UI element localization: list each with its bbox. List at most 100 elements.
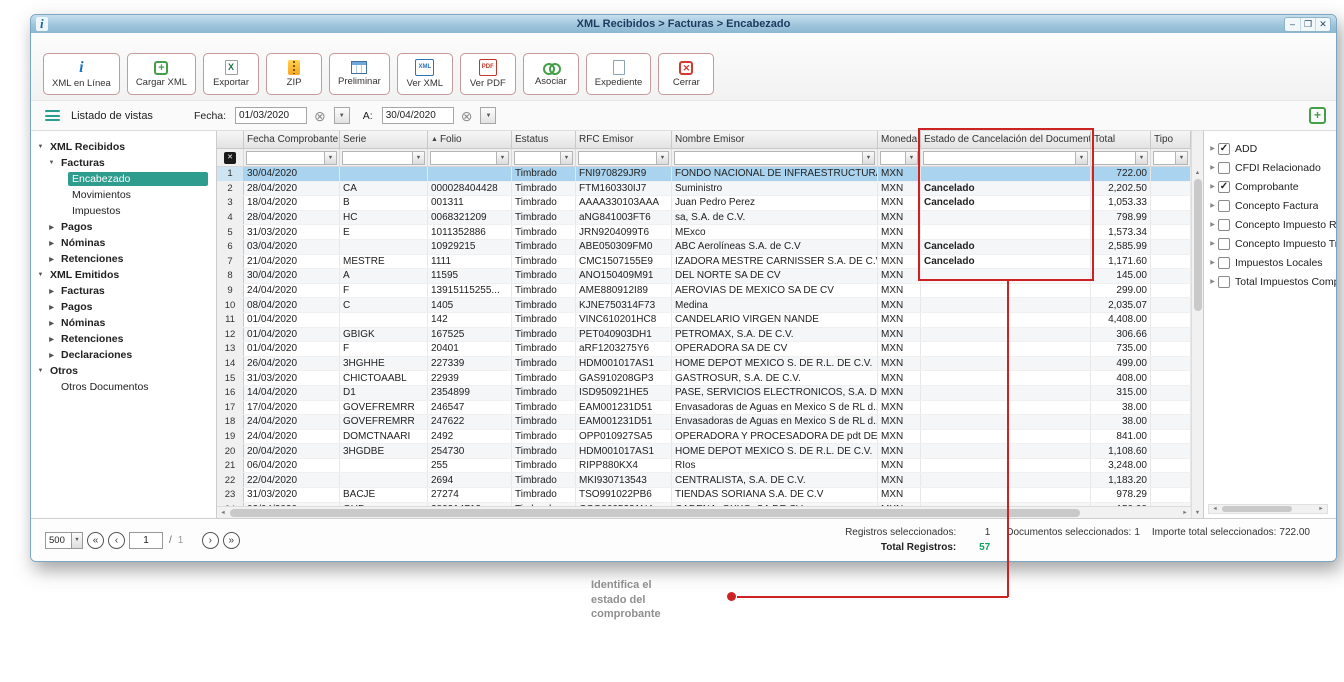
scroll-right-icon[interactable]: ► <box>1179 507 1191 518</box>
chevron-right-icon[interactable]: ▶ <box>1207 240 1218 247</box>
toolbar-button-exportar[interactable]: XExportar <box>203 53 259 95</box>
grid-row-11[interactable]: 1101/04/2020142TimbradoVINC610201HC8CAND… <box>217 313 1191 328</box>
scrollbar-thumb[interactable] <box>230 509 1080 517</box>
grid-row-18[interactable]: 1824/04/2020GOVEFREMRR247622TimbradoEAM0… <box>217 415 1191 430</box>
checkbox-unchecked[interactable] <box>1218 276 1230 288</box>
column-header-fecha[interactable]: Fecha Comprobante <box>244 131 340 149</box>
chevron-right-icon[interactable]: ▶ <box>1207 278 1218 285</box>
column-header-estatus[interactable]: Estatus <box>512 131 576 149</box>
sidebar-item-facturas[interactable]: ▶Facturas <box>31 283 216 299</box>
chevron-down-icon[interactable]: ▼ <box>1175 152 1187 164</box>
sidebar-item-impuestos[interactable]: Impuestos <box>31 203 216 219</box>
chevron-right-icon[interactable]: ▶ <box>46 224 57 231</box>
grid-row-3[interactable]: 318/04/2020B001311TimbradoAAAA330103AAAJ… <box>217 196 1191 211</box>
grid-row-17[interactable]: 1717/04/2020GOVEFREMRR246547TimbradoEAM0… <box>217 401 1191 416</box>
sidebar-item-otros-documentos[interactable]: Otros Documentos <box>31 379 216 395</box>
column-header-estado[interactable]: Estado de Cancelación del Documento <box>921 131 1091 149</box>
toolbar-button-xml-en-línea[interactable]: iXML en Línea <box>43 53 120 95</box>
minimize-button[interactable]: – <box>1285 18 1300 31</box>
scroll-right-icon[interactable]: ► <box>1315 505 1327 513</box>
chevron-down-icon[interactable]: ▼ <box>560 152 572 164</box>
scrollbar-thumb[interactable] <box>1222 506 1292 512</box>
column-header-folio[interactable]: ▲Folio <box>428 131 512 149</box>
toolbar-button-ver-xml[interactable]: XMLVer XML <box>397 53 453 95</box>
grid-row-15[interactable]: 1531/03/2020CHICTOAABL22939TimbradoGAS91… <box>217 371 1191 386</box>
column-filter-nombre[interactable]: ▼ <box>674 151 875 165</box>
chevron-down-icon[interactable]: ▼ <box>1135 152 1147 164</box>
next-page-button[interactable]: › <box>202 532 219 549</box>
chevron-right-icon[interactable]: ▶ <box>1207 145 1218 152</box>
add-view-button[interactable]: + <box>1309 107 1326 124</box>
page-number-input[interactable] <box>129 532 163 549</box>
column-header-moneda[interactable]: Moneda <box>878 131 921 149</box>
toolbar-button-preliminar[interactable]: Preliminar <box>329 53 390 95</box>
grid-row-2[interactable]: 228/04/2020CA000028404428TimbradoFTM1603… <box>217 182 1191 197</box>
sidebar-item-pagos[interactable]: ▶Pagos <box>31 219 216 235</box>
sidebar-item-xml-emitidos[interactable]: ▼XML Emitidos <box>31 267 216 283</box>
layout-item-concepto-factura[interactable]: ▶Concepto Factura <box>1207 196 1336 215</box>
grid-row-20[interactable]: 2020/04/20203HGDBE254730TimbradoHDM00101… <box>217 444 1191 459</box>
column-header-tipo[interactable]: Tipo <box>1151 131 1191 149</box>
chevron-right-icon[interactable]: ▶ <box>46 288 57 295</box>
chevron-down-icon[interactable]: ▼ <box>412 152 424 164</box>
column-filter-serie[interactable]: ▼ <box>342 151 425 165</box>
sidebar-item-movimientos[interactable]: Movimientos <box>31 187 216 203</box>
checkbox-checked[interactable]: ✓ <box>1218 143 1230 155</box>
column-filter-moneda[interactable]: ▼ <box>880 151 918 165</box>
chevron-right-icon[interactable]: ▶ <box>1207 259 1218 266</box>
checkbox-checked[interactable]: ✓ <box>1218 181 1230 193</box>
toolbar-button-ver-pdf[interactable]: PDFVer PDF <box>460 53 516 95</box>
column-header-total[interactable]: Total <box>1091 131 1151 149</box>
layout-item-comprobante[interactable]: ▶✓Comprobante <box>1207 177 1336 196</box>
toolbar-button-asociar[interactable]: Asociar <box>523 53 579 95</box>
layout-item-concepto-impuesto-ret[interactable]: ▶Concepto Impuesto Ret <box>1207 215 1336 234</box>
grid-row-7[interactable]: 721/04/2020MESTRE1111TimbradoCMC1507155E… <box>217 255 1191 270</box>
layout-item-concepto-impuesto-tra[interactable]: ▶Concepto Impuesto Tra <box>1207 234 1336 253</box>
sidebar-item-facturas[interactable]: ▼Facturas <box>31 155 216 171</box>
column-header-nombre[interactable]: Nombre Emisor <box>672 131 878 149</box>
first-page-button[interactable]: « <box>87 532 104 549</box>
sidebar-item-xml-recibidos[interactable]: ▼XML Recibidos <box>31 139 216 155</box>
layout-item-cfdi-relacionado[interactable]: ▶CFDI Relacionado <box>1207 158 1336 177</box>
chevron-right-icon[interactable]: ▶ <box>46 320 57 327</box>
checkbox-unchecked[interactable] <box>1218 219 1230 231</box>
layout-item-total-impuestos-compr[interactable]: ▶Total Impuestos Compr <box>1207 272 1336 291</box>
grid-row-9[interactable]: 924/04/2020F13915115255...TimbradoAME880… <box>217 284 1191 299</box>
grid-row-4[interactable]: 428/04/2020HC0068321209TimbradoaNG841003… <box>217 211 1191 226</box>
column-filter-estatus[interactable]: ▼ <box>514 151 573 165</box>
toolbar-button-expediente[interactable]: Expediente <box>586 53 652 95</box>
chevron-down-icon[interactable]: ▼ <box>35 144 46 150</box>
toolbar-button-cargar-xml[interactable]: +Cargar XML <box>127 53 196 95</box>
column-filter-fecha[interactable]: ▼ <box>246 151 337 165</box>
layout-item-impuestos-locales[interactable]: ▶Impuestos Locales <box>1207 253 1336 272</box>
checkbox-unchecked[interactable] <box>1218 257 1230 269</box>
views-menu-icon[interactable] <box>45 110 60 121</box>
column-header-rfc[interactable]: RFC Emisor <box>576 131 672 149</box>
checkbox-unchecked[interactable] <box>1218 200 1230 212</box>
maximize-button[interactable]: ❐ <box>1300 18 1315 31</box>
date-from-dropdown[interactable]: ▼ <box>334 107 350 124</box>
sidebar-item-encabezado[interactable]: Encabezado <box>31 171 216 187</box>
page-size-select[interactable]: 500 ▼ <box>45 532 83 549</box>
clear-date-from-icon[interactable]: ⊗ <box>314 109 326 123</box>
scroll-up-icon[interactable]: ▲ <box>1192 167 1203 178</box>
grid-row-21[interactable]: 2106/04/2020255TimbradoRIPP880KX4RIosMXN… <box>217 459 1191 474</box>
scrollbar-thumb[interactable] <box>1194 179 1202 311</box>
toolbar-button-cerrar[interactable]: ✕Cerrar <box>658 53 714 95</box>
grid-row-19[interactable]: 1924/04/2020DOMCTNAARI2492TimbradoOPP010… <box>217 430 1191 445</box>
chevron-down-icon[interactable]: ▼ <box>905 152 917 164</box>
chevron-right-icon[interactable]: ▶ <box>1207 202 1218 209</box>
grid-row-16[interactable]: 1614/04/2020D12354899TimbradoISD950921HE… <box>217 386 1191 401</box>
clear-selection-icon[interactable]: ✕ <box>224 152 236 164</box>
column-filter-tipo[interactable]: ▼ <box>1153 151 1188 165</box>
sidebar-item-otros[interactable]: ▼Otros <box>31 363 216 379</box>
checkbox-unchecked[interactable] <box>1218 238 1230 250</box>
chevron-down-icon[interactable]: ▼ <box>35 368 46 374</box>
chevron-down-icon[interactable]: ▼ <box>1075 152 1087 164</box>
grid-row-10[interactable]: 1008/04/2020C1405TimbradoKJNE750314F73Me… <box>217 298 1191 313</box>
chevron-down-icon[interactable]: ▼ <box>35 272 46 278</box>
chevron-down-icon[interactable]: ▼ <box>324 152 336 164</box>
chevron-right-icon[interactable]: ▶ <box>1207 164 1218 171</box>
grid-row-6[interactable]: 603/04/202010929215TimbradoABE050309FM0A… <box>217 240 1191 255</box>
chevron-down-icon[interactable]: ▼ <box>656 152 668 164</box>
